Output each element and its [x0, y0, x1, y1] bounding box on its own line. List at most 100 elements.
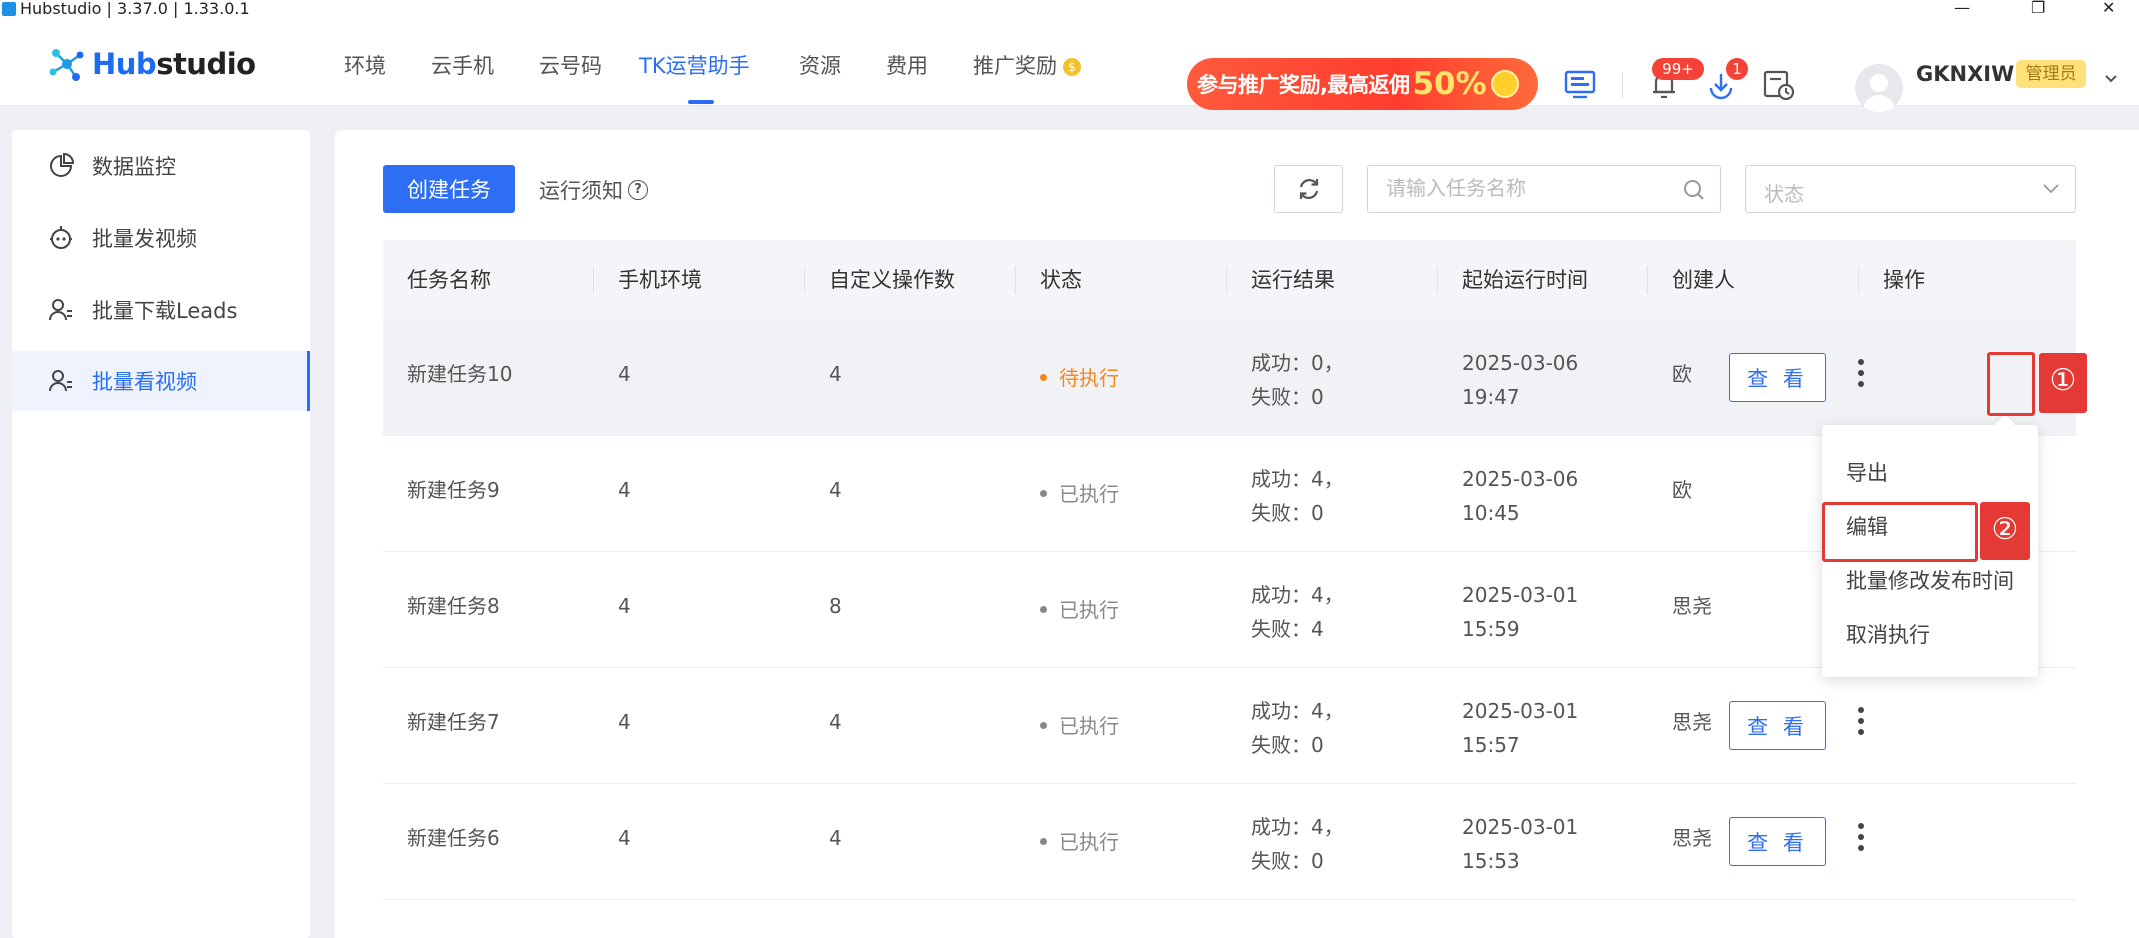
- annotation-highlight: [1987, 352, 2035, 416]
- refresh-button[interactable]: [1274, 165, 1343, 213]
- app-header: Hubstudio 环境 云手机 云号码 TK运营助手 资源 费用 推广奖励 $ …: [0, 20, 2139, 112]
- hubstudio-logo[interactable]: Hubstudio: [44, 44, 256, 84]
- nav-environment[interactable]: 环境: [344, 50, 386, 80]
- nav-billing[interactable]: 费用: [886, 50, 928, 80]
- menu-item-cancel-run[interactable]: 取消执行: [1846, 619, 1930, 649]
- nav-referral[interactable]: 推广奖励 $: [973, 50, 1081, 80]
- sidebar-item-data-monitor[interactable]: 数据监控: [12, 136, 310, 196]
- table-row[interactable]: 新建任务7 4 4 已执行 成功：4， 失败：0 2025-03-01 15:57 …: [383, 668, 2076, 784]
- status-dot: [1040, 374, 1047, 381]
- logo-icon: [49, 49, 84, 81]
- annotation-step-1: ①: [2039, 353, 2087, 413]
- sidebar-item-batch-watch[interactable]: 批量看视频: [12, 351, 310, 411]
- schedule-history-icon[interactable]: [1761, 68, 1797, 102]
- phone-env: 4: [618, 362, 631, 386]
- status-dot: [1040, 490, 1047, 497]
- column-header: 操作: [1883, 268, 1925, 292]
- start-time: 2025-03-01 15:57: [1462, 699, 1579, 757]
- nav-resources[interactable]: 资源: [799, 50, 841, 80]
- phone-env: 4: [618, 478, 631, 502]
- search-input[interactable]: [1386, 166, 1676, 210]
- custom-ops: 4: [829, 826, 842, 850]
- column-header: 状态: [1040, 268, 1082, 292]
- task-name: 新建任务9: [407, 478, 500, 502]
- chevron-down-icon[interactable]: [2104, 74, 2118, 84]
- promo-text: 参与推广奖励,最高返佣: [1197, 73, 1410, 97]
- view-button[interactable]: 查 看: [1729, 353, 1826, 402]
- minimize-button[interactable]: —: [1954, 0, 1970, 16]
- nav-cloud-number[interactable]: 云号码: [539, 50, 602, 80]
- run-result: 成功：0， 失败：0: [1251, 351, 1344, 409]
- column-header: 起始运行时间: [1462, 268, 1588, 292]
- user-group-icon: [49, 299, 72, 321]
- status-dot: [1040, 838, 1047, 845]
- more-options-icon[interactable]: [1855, 354, 1867, 396]
- menu-item-batch-edit-time[interactable]: 批量修改发布时间: [1846, 565, 2014, 595]
- column-header: 任务名称: [407, 268, 491, 292]
- create-task-button[interactable]: 创建任务: [383, 165, 515, 213]
- run-result: 成功：4， 失败：0: [1251, 699, 1344, 757]
- status-badge: 待执行: [1016, 362, 1119, 391]
- creator: 欧: [1672, 362, 1692, 386]
- table-row[interactable]: 新建任务6 4 4 已执行 成功：4， 失败：0 2025-03-01 15:53 …: [383, 784, 2076, 900]
- status-dot: [1040, 722, 1047, 729]
- sidebar-item-label: 数据监控: [92, 155, 176, 179]
- annotation-step-2: ②: [1980, 502, 2030, 560]
- table-row[interactable]: 新建任务10 4 4 待执行 成功：0， 失败：0 2025-03-06 19:47…: [383, 320, 2076, 436]
- sidebar-item-batch-leads[interactable]: 批量下载Leads: [12, 280, 310, 340]
- phone-env: 4: [618, 710, 631, 734]
- sidebar-item-batch-post[interactable]: 批量发视频: [12, 208, 310, 268]
- column-header: 运行结果: [1251, 268, 1335, 292]
- coin-icon: $: [1063, 58, 1081, 76]
- notification-badge: 99+: [1652, 58, 1704, 80]
- close-button[interactable]: ✕: [2102, 0, 2115, 16]
- creator: 欧: [1672, 478, 1692, 502]
- nav-referral-label: 推广奖励: [973, 54, 1057, 78]
- view-button[interactable]: 查 看: [1729, 701, 1826, 750]
- search-icon[interactable]: [1682, 178, 1706, 202]
- user-avatar[interactable]: [1855, 64, 1903, 112]
- user-name[interactable]: GKNXIW: [1916, 62, 2014, 86]
- run-result: 成功：4， 失败：0: [1251, 815, 1344, 873]
- task-search: [1367, 165, 1721, 213]
- phone-env: 4: [618, 594, 631, 618]
- chevron-down-icon: [2043, 184, 2059, 194]
- column-header: 自定义操作数: [829, 268, 955, 292]
- menu-item-export[interactable]: 导出: [1846, 457, 1888, 487]
- task-name: 新建任务8: [407, 594, 500, 618]
- creator: 思尧: [1672, 594, 1712, 618]
- restore-button[interactable]: ❐: [2031, 0, 2045, 16]
- promo-banner[interactable]: 参与推广奖励,最高返佣 50%: [1187, 58, 1538, 110]
- app-icon: [2, 2, 16, 16]
- status-select-placeholder: 状态: [1764, 182, 1804, 206]
- task-name: 新建任务6: [407, 826, 500, 850]
- status-dot: [1040, 606, 1047, 613]
- status-select[interactable]: 状态: [1745, 165, 2076, 213]
- promo-coin-icon: [1490, 70, 1519, 98]
- phone-env: 4: [618, 826, 631, 850]
- run-notice-link[interactable]: 运行须知 ?: [539, 175, 648, 205]
- sidebar-item-label: 批量发视频: [92, 227, 197, 251]
- status-badge: 已执行: [1016, 826, 1119, 855]
- custom-ops: 8: [829, 594, 842, 618]
- column-header: 创建人: [1672, 268, 1735, 292]
- refresh-icon: [1299, 179, 1318, 199]
- nav-tk-assistant[interactable]: TK运营助手: [639, 50, 750, 80]
- task-name: 新建任务7: [407, 710, 500, 734]
- logo-text: Hubstudio: [92, 47, 256, 81]
- promo-percent: 50%: [1412, 66, 1487, 102]
- more-options-icon[interactable]: [1855, 818, 1867, 860]
- start-time: 2025-03-01 15:53: [1462, 815, 1579, 873]
- sidebar: 数据监控 批量发视频 批量下载Leads 批量看视频: [12, 130, 310, 938]
- robot-icon: [50, 226, 72, 249]
- run-notice-label: 运行须知: [539, 179, 623, 203]
- status-badge: 已执行: [1016, 710, 1119, 739]
- screen-layout-icon[interactable]: [1563, 68, 1599, 102]
- view-button[interactable]: 查 看: [1729, 817, 1826, 866]
- start-time: 2025-03-01 15:59: [1462, 583, 1579, 641]
- nav-cloud-phone[interactable]: 云手机: [431, 50, 494, 80]
- more-options-icon[interactable]: [1855, 702, 1867, 744]
- window-title: Hubstudio | 3.37.0 | 1.33.0.1: [20, 0, 250, 18]
- nav-active-indicator: [688, 100, 714, 104]
- status-badge: 已执行: [1016, 594, 1119, 623]
